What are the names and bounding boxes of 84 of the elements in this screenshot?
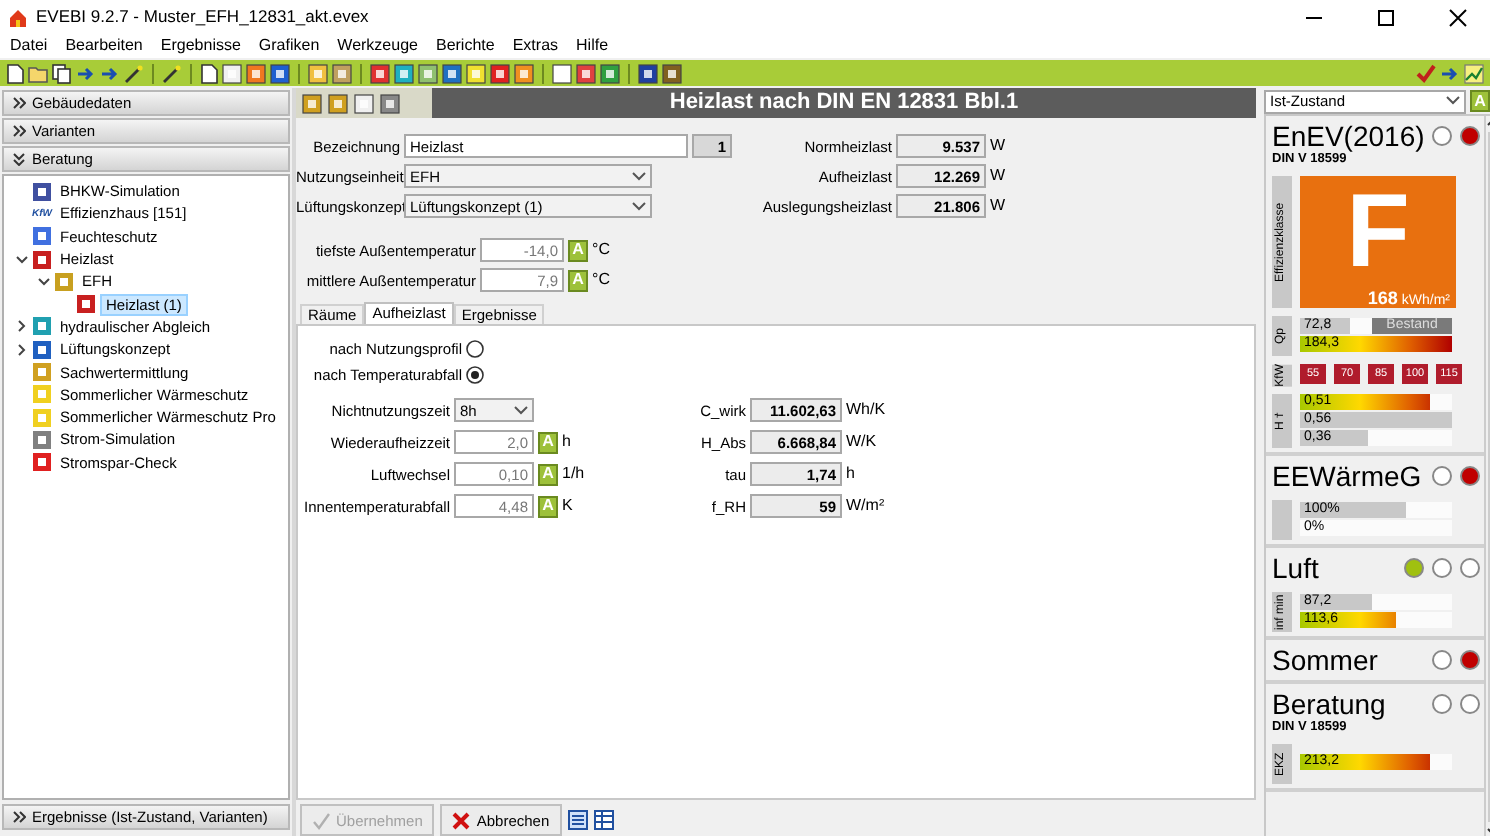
tile-icon[interactable] xyxy=(514,63,534,83)
unit-label: W/K xyxy=(846,432,879,452)
tile-icon[interactable] xyxy=(354,93,374,113)
menu-item[interactable]: Grafiken xyxy=(258,36,320,56)
unit-label: h xyxy=(846,464,857,484)
unit-label: K xyxy=(562,496,575,516)
maximize-icon xyxy=(1376,7,1396,27)
section-title: EnEV(2016) xyxy=(1272,120,1425,152)
tile-icon[interactable] xyxy=(394,63,414,83)
menu-item[interactable]: Hilfe xyxy=(576,36,609,56)
tile-icon[interactable] xyxy=(308,63,328,83)
menu-item[interactable]: Bearbeiten xyxy=(65,36,143,56)
form-view-icon[interactable] xyxy=(567,810,588,830)
tile-icon[interactable] xyxy=(662,63,682,83)
section-title: EEWärmeG xyxy=(1272,460,1424,493)
tile-icon[interactable] xyxy=(332,63,352,83)
unit-label: W xyxy=(990,136,1008,156)
dropdown-caret-icon xyxy=(1446,96,1460,106)
unit-label: Wh/K xyxy=(846,400,888,420)
section-title: Sommer xyxy=(1272,644,1380,677)
label-panel xyxy=(1272,500,1292,541)
window-title: EVEBI 9.2.7 - Muster_EFH_12831_akt.evex xyxy=(36,6,371,28)
document-icon[interactable] xyxy=(6,63,24,83)
arrow-icon[interactable] xyxy=(1440,63,1460,83)
status-badge: A xyxy=(1470,90,1490,112)
wand-icon[interactable] xyxy=(124,63,144,83)
unit-label: W xyxy=(990,166,1008,186)
house-icon xyxy=(8,7,28,27)
wand-icon[interactable] xyxy=(162,63,182,83)
radio-button[interactable] xyxy=(466,340,484,358)
panel-title: Heizlast nach DIN EN 12831 Bbl.1 xyxy=(667,89,1021,117)
tile-icon[interactable] xyxy=(370,63,390,83)
section-title: Luft xyxy=(1272,552,1321,585)
tile-icon[interactable] xyxy=(638,63,658,83)
tile-icon[interactable] xyxy=(576,63,596,83)
unit-label: °C xyxy=(592,270,612,290)
tile-icon[interactable] xyxy=(552,63,572,83)
unit-label: 1/h xyxy=(562,464,587,484)
tile-icon[interactable] xyxy=(442,63,462,83)
collapse-caret-icon[interactable] xyxy=(16,343,28,356)
radio-button[interactable] xyxy=(466,366,484,384)
checkmark-icon xyxy=(312,811,330,829)
menu-item[interactable]: Berichte xyxy=(435,36,495,56)
table-view-icon[interactable] xyxy=(593,810,614,830)
menu-item[interactable]: Ergebnisse xyxy=(160,36,241,56)
checkmark-icon[interactable] xyxy=(1416,63,1436,83)
tile-icon[interactable] xyxy=(600,63,620,83)
status-badge: A xyxy=(568,239,588,261)
section-title: Beratung xyxy=(1272,688,1388,721)
menu-item[interactable]: Datei xyxy=(10,36,48,56)
status-badge: A xyxy=(568,269,588,291)
chart-icon[interactable] xyxy=(1464,63,1484,83)
menu-item[interactable]: Extras xyxy=(512,36,559,56)
tile-icon[interactable] xyxy=(466,63,486,83)
status-badge: A xyxy=(538,431,558,453)
arrow-icon[interactable] xyxy=(100,63,120,83)
tile-icon[interactable] xyxy=(222,63,242,83)
dropdown-caret-icon xyxy=(514,405,528,415)
dropdown-caret-icon xyxy=(632,201,646,211)
dropdown-caret-icon xyxy=(632,171,646,181)
status-badge: A xyxy=(538,463,558,485)
unit-label: W xyxy=(990,196,1008,216)
documents-icon[interactable] xyxy=(52,63,72,83)
tile-icon[interactable] xyxy=(270,63,290,83)
expand-caret-icon[interactable] xyxy=(16,253,28,266)
class-letter: F xyxy=(1344,175,1412,288)
tile-icon[interactable] xyxy=(380,93,400,113)
collapse-caret-icon[interactable] xyxy=(16,320,28,333)
arrow-icon[interactable] xyxy=(76,63,96,83)
unit-label: h xyxy=(562,432,573,452)
close-icon xyxy=(1448,7,1468,27)
folder-icon[interactable] xyxy=(28,63,48,83)
expand-caret-icon[interactable] xyxy=(38,275,50,288)
tile-icon[interactable] xyxy=(302,93,322,113)
menu-item[interactable]: Werkzeuge xyxy=(337,36,418,56)
tile-icon[interactable] xyxy=(490,63,510,83)
tile-icon[interactable] xyxy=(246,63,266,83)
tile-icon[interactable] xyxy=(328,93,348,113)
status-badge: A xyxy=(538,495,558,517)
close-icon xyxy=(452,811,471,829)
unit-label: °C xyxy=(592,240,612,260)
unit-label: W/m² xyxy=(846,496,887,516)
tile-icon[interactable] xyxy=(418,63,438,83)
document-icon[interactable] xyxy=(200,63,218,83)
